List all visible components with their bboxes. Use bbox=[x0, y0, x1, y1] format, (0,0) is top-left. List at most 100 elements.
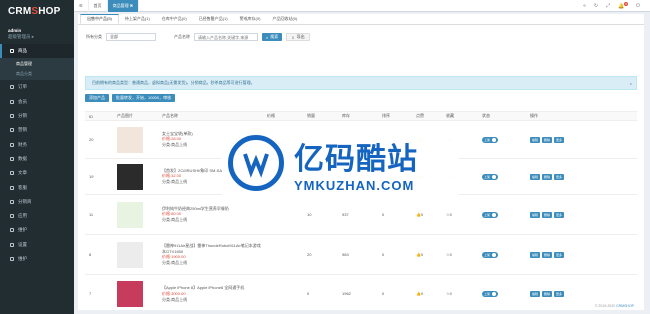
col-sales[interactable]: 销量 bbox=[303, 111, 338, 121]
arrow-left-icon[interactable]: « bbox=[583, 3, 586, 9]
col-stock[interactable]: 库存 bbox=[338, 111, 378, 121]
user-role[interactable]: 超级管理员 ▸ bbox=[8, 34, 66, 40]
product-image[interactable] bbox=[117, 126, 143, 153]
favorites-value: 0 bbox=[449, 291, 452, 297]
sidebar-item-marketing[interactable]: 营销 bbox=[0, 123, 74, 137]
edit-button[interactable]: 编辑 bbox=[530, 251, 541, 258]
add-product-button[interactable]: 添加产品 bbox=[85, 94, 109, 102]
sidebar-subitem-product-category[interactable]: 商品分类 bbox=[0, 69, 74, 79]
sidebar-item-label: 维护 bbox=[18, 256, 27, 261]
product-image[interactable] bbox=[117, 201, 143, 228]
wrench-icon bbox=[10, 228, 14, 233]
sidebar-item-settings[interactable]: 设置 bbox=[0, 238, 74, 252]
chat-icon bbox=[10, 185, 14, 190]
status-toggle[interactable]: 上架 bbox=[482, 251, 499, 258]
sidebar-item-articles[interactable]: 文章 bbox=[0, 166, 74, 180]
cell-sort: 0 bbox=[378, 194, 412, 235]
delete-button[interactable]: 删除 bbox=[542, 211, 553, 218]
status-toggle[interactable]: 上架 bbox=[482, 211, 499, 218]
product-image[interactable] bbox=[117, 163, 143, 190]
col-price[interactable]: 价格 bbox=[263, 111, 303, 121]
close-icon[interactable]: × bbox=[630, 81, 632, 86]
product-image[interactable] bbox=[117, 241, 143, 268]
refresh-icon[interactable]: ↻ bbox=[594, 3, 598, 9]
export-button[interactable]: ⇩ 导出 bbox=[286, 33, 310, 41]
status-label: 上架 bbox=[484, 137, 491, 142]
product-category: 分类:商品上线 bbox=[162, 260, 188, 265]
tab-home[interactable]: 首页 bbox=[89, 0, 108, 12]
delete-button[interactable]: 删除 bbox=[542, 290, 553, 297]
toggle-knob bbox=[492, 137, 497, 142]
more-button[interactable]: 更多 bbox=[554, 290, 565, 297]
delete-button[interactable]: 删除 bbox=[542, 251, 553, 258]
cell-id: 20 bbox=[85, 120, 113, 159]
sidebar-item-label: 数据 bbox=[18, 155, 27, 161]
sidebar-item-maintain-2[interactable]: 维护 bbox=[0, 252, 74, 266]
sidebar-item-label: 商品 bbox=[18, 48, 27, 54]
cell-likes: 👍0 bbox=[412, 234, 442, 275]
tools-icon bbox=[10, 257, 14, 261]
likes-value: 0 bbox=[420, 252, 424, 257]
delete-button[interactable]: 删除 bbox=[542, 173, 553, 180]
sidebar-item-label: 应用 bbox=[18, 213, 27, 219]
sidebar-item-label: 分销商 bbox=[18, 198, 32, 204]
likes-value: 0 bbox=[420, 291, 424, 297]
col-sort[interactable]: 排序 bbox=[378, 111, 412, 121]
status-toggle[interactable]: 上架 bbox=[482, 173, 499, 180]
sidebar-item-apps[interactable]: 应用 bbox=[0, 209, 74, 223]
edit-button[interactable]: 编辑 bbox=[530, 290, 541, 297]
more-button[interactable]: 更多 bbox=[554, 251, 565, 258]
sidebar-item-maintain[interactable]: 维护 bbox=[0, 223, 74, 237]
cell-actions: 编辑 删除 更多 bbox=[526, 234, 637, 275]
row-actions: 编辑 删除 更多 bbox=[530, 290, 637, 297]
tab-on-sale[interactable]: 出售中产品(5) bbox=[80, 14, 119, 24]
logo[interactable]: CRM S HOP bbox=[0, 0, 74, 22]
sidebar-item-data[interactable]: 数据 bbox=[0, 152, 74, 166]
tab-recycle[interactable]: 产品回收站(0) bbox=[266, 14, 303, 24]
more-button[interactable]: 更多 bbox=[554, 211, 565, 218]
edit-button[interactable]: 编辑 bbox=[530, 173, 541, 180]
status-toggle[interactable]: 上架 bbox=[482, 290, 499, 297]
status-toggle[interactable]: 上架 bbox=[482, 136, 499, 143]
sidebar-item-finance[interactable]: 财务 bbox=[0, 137, 74, 151]
status-label: 上架 bbox=[484, 291, 491, 296]
fullscreen-icon[interactable]: ⤢ bbox=[606, 3, 610, 9]
sidebar-item-products[interactable]: 商品 bbox=[0, 44, 74, 59]
tab-low-stock[interactable]: 警戒库存(0) bbox=[234, 14, 267, 24]
edit-button[interactable]: 编辑 bbox=[530, 211, 541, 218]
cell-status: 上架 bbox=[478, 120, 526, 159]
tab-warehouse[interactable]: 仓库中产品(0) bbox=[156, 14, 193, 24]
search-input[interactable] bbox=[194, 33, 258, 41]
tab-product-manage[interactable]: 商品管理 ✖ bbox=[107, 0, 140, 12]
power-icon[interactable]: ⏻ bbox=[636, 3, 640, 9]
more-button[interactable]: 更多 bbox=[554, 173, 565, 180]
cell-image bbox=[113, 234, 158, 275]
menu-toggle-icon[interactable]: ☰ bbox=[74, 0, 89, 12]
watermark-logo-icon bbox=[228, 135, 284, 191]
sidebar-item-distributors[interactable]: 分销商 bbox=[0, 195, 74, 209]
sidebar-item-members[interactable]: 会员 bbox=[0, 95, 74, 109]
user-icon bbox=[10, 99, 14, 104]
sidebar-item-label: 文章 bbox=[18, 170, 27, 176]
sidebar-item-service[interactable]: 客服 bbox=[0, 180, 74, 194]
row-actions: 编辑 删除 更多 bbox=[530, 136, 637, 143]
bell-icon[interactable]: 🔔5 bbox=[618, 1, 629, 9]
sidebar-item-distribution[interactable]: 分销 bbox=[0, 109, 74, 123]
file-icon bbox=[10, 171, 14, 176]
sidebar-item-orders[interactable]: 订单 bbox=[0, 80, 74, 94]
footer-brand[interactable]: CRMSHOP bbox=[616, 304, 634, 308]
search-button[interactable]: ⌕ 搜索 bbox=[262, 33, 283, 41]
col-id[interactable]: ID bbox=[85, 111, 113, 121]
batch-action-button[interactable]: 批量转发，开始，10000，审核 bbox=[112, 94, 176, 102]
product-image[interactable] bbox=[117, 280, 143, 307]
tab-pending[interactable]: 待上架产品(1) bbox=[119, 14, 156, 24]
toggle-knob bbox=[492, 212, 497, 217]
category-select[interactable]: 全部 bbox=[106, 33, 156, 41]
cell-image bbox=[113, 194, 158, 235]
tab-sold-out[interactable]: 已经售罄产品(1) bbox=[193, 14, 234, 24]
more-button[interactable]: 更多 bbox=[554, 136, 565, 143]
edit-button[interactable]: 编辑 bbox=[530, 136, 541, 143]
likes-value: 0 bbox=[420, 212, 424, 217]
sidebar-subitem-product-manage[interactable]: 商品管理 bbox=[0, 59, 74, 69]
delete-button[interactable]: 删除 bbox=[542, 136, 553, 143]
